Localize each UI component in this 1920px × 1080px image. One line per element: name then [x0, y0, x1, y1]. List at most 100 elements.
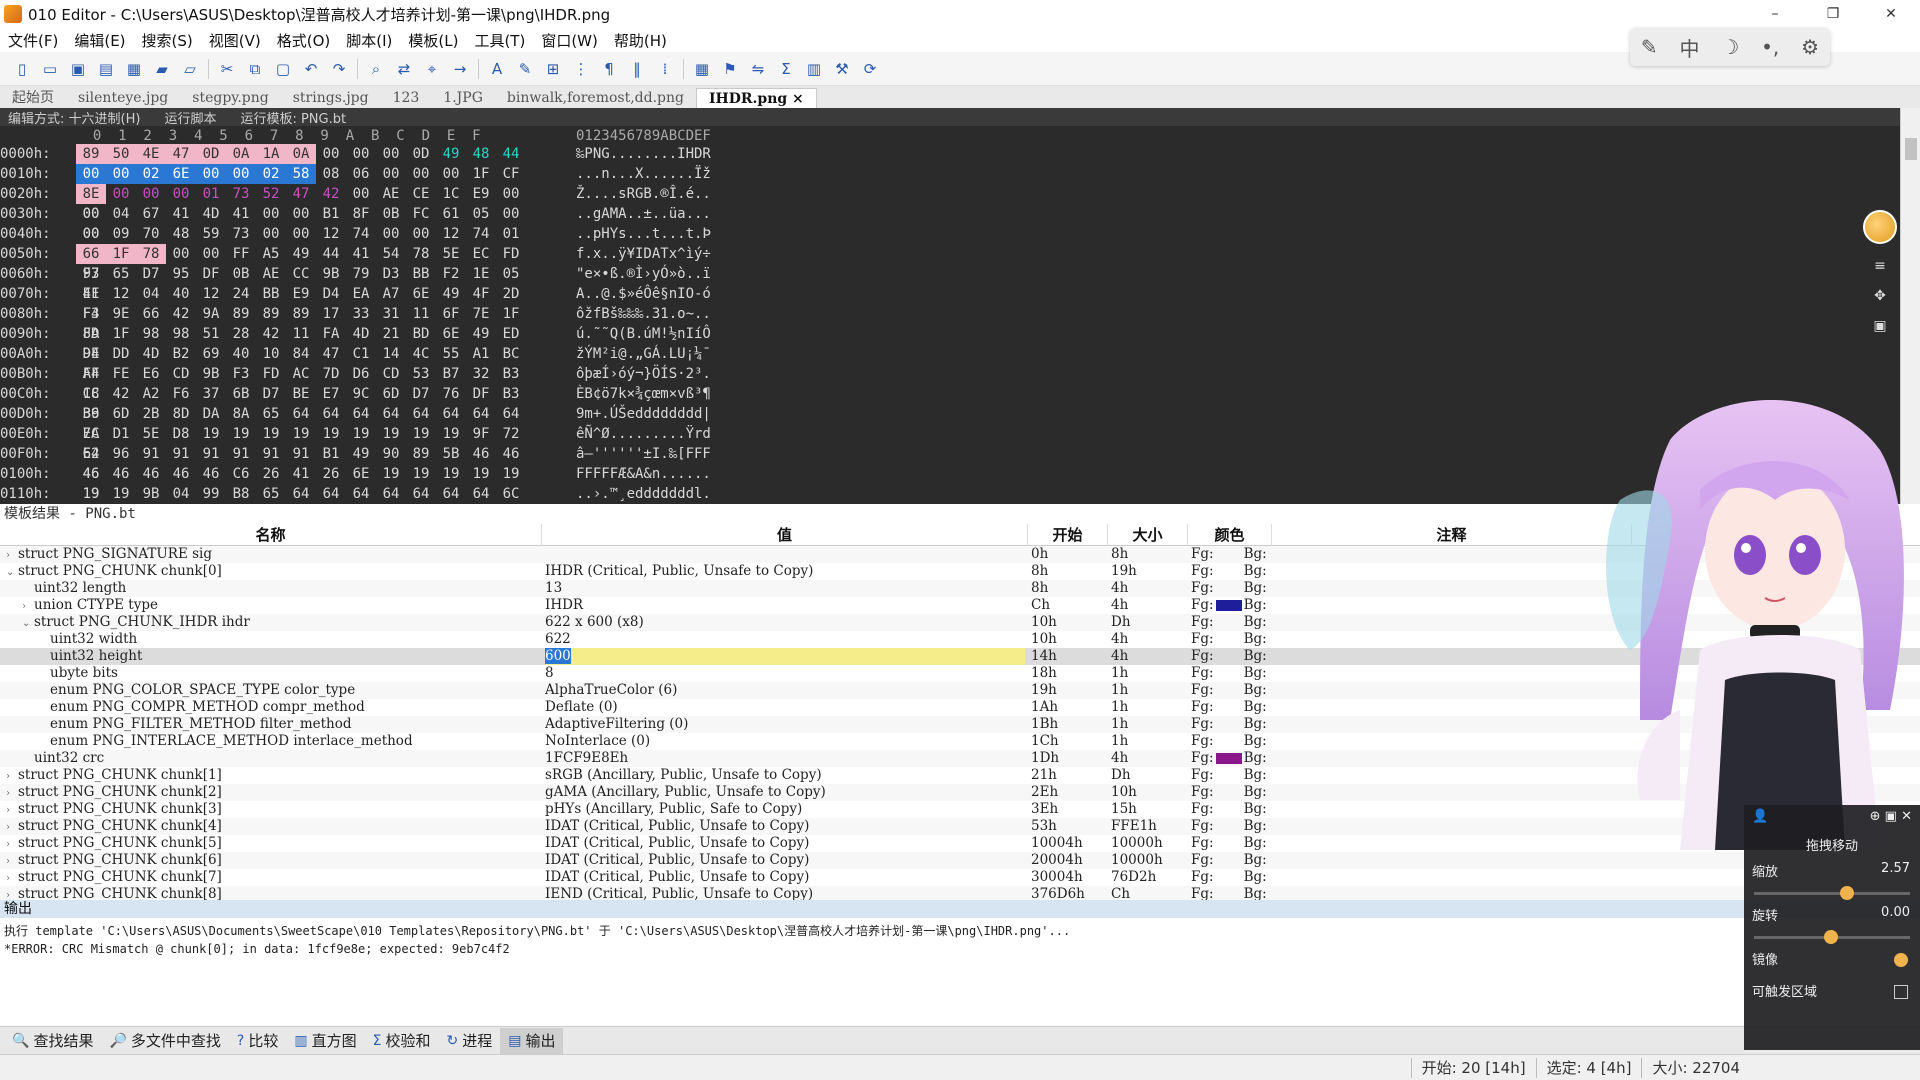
hex-byte[interactable]: B3	[496, 384, 526, 404]
hex-byte[interactable]: FA	[76, 324, 106, 344]
hex-byte[interactable]: 09	[106, 224, 136, 244]
hex-byte[interactable]: 59	[196, 224, 226, 244]
hex-byte[interactable]: A1	[466, 344, 496, 364]
close-button[interactable]: ✕	[1862, 0, 1920, 28]
move-icon[interactable]: ✥	[1874, 288, 1886, 304]
hex-byte[interactable]: 19	[436, 424, 466, 444]
hex-byte[interactable]: 17	[316, 304, 346, 324]
hex-byte[interactable]: 44	[316, 244, 346, 264]
open-file-icon[interactable]: ▭	[39, 58, 61, 80]
hex-byte[interactable]: 74	[466, 224, 496, 244]
rotate-slider[interactable]	[1754, 930, 1910, 944]
hex-byte[interactable]: 26	[316, 464, 346, 484]
rotate-slider-knob[interactable]	[1824, 930, 1839, 944]
hex-byte[interactable]: 0B	[226, 264, 256, 284]
hex-byte[interactable]: 12	[106, 284, 136, 304]
col-color[interactable]: 颜色	[1188, 524, 1272, 546]
hex-byte[interactable]: 91	[196, 444, 226, 464]
hex-byte[interactable]: 5E	[136, 424, 166, 444]
template-row[interactable]: uint32 length 13 8h 4h Fg: Bg:	[0, 580, 1920, 597]
expand-chevron-icon[interactable]: ›	[6, 819, 18, 835]
hex-byte[interactable]: 19	[106, 484, 136, 504]
hex-byte[interactable]: 84	[286, 344, 316, 364]
hex-byte[interactable]: A2	[136, 384, 166, 404]
redo-icon[interactable]: ↷	[328, 58, 350, 80]
hex-byte[interactable]: B2	[166, 344, 196, 364]
hex-byte[interactable]: 06	[346, 164, 376, 184]
hex-byte[interactable]: E9	[466, 184, 496, 204]
template-value-cell[interactable]: Deflate (0)	[545, 699, 1025, 716]
hex-byte[interactable]: 12	[196, 284, 226, 304]
find-icon[interactable]: ⌕	[365, 58, 387, 80]
hex-byte[interactable]: 48	[166, 224, 196, 244]
hex-byte[interactable]: 19	[76, 484, 106, 504]
hex-byte[interactable]: D7	[406, 384, 436, 404]
hex-byte[interactable]: 1F	[106, 244, 136, 264]
template-row[interactable]: › struct PNG_CHUNK chunk[8] IEND (Critical…	[0, 886, 1920, 900]
hex-ascii-row[interactable]: A..@.$»éÔê§nIO-ó	[576, 284, 736, 304]
hex-byte[interactable]: 47	[316, 344, 346, 364]
font-icon[interactable]: A	[486, 58, 508, 80]
goto-icon[interactable]: →	[449, 58, 471, 80]
template-value-cell[interactable]: IHDR (Critical, Public, Unsafe to Copy)	[545, 563, 1025, 580]
template-color-cell[interactable]: Fg: Bg:	[1191, 801, 1273, 818]
hex-byte[interactable]: F6	[166, 384, 196, 404]
hex-ascii-row[interactable]: FFFFFÆ&A&n......	[576, 464, 736, 484]
hex-byte[interactable]: 64	[316, 404, 346, 424]
tab-compare[interactable]: ? 比较	[229, 1028, 286, 1054]
highlight-icon[interactable]: ✎	[514, 58, 536, 80]
hex-byte[interactable]: 9E	[76, 344, 106, 364]
hex-byte[interactable]: 19	[376, 424, 406, 444]
columns-icon[interactable]: ⋮	[570, 58, 592, 80]
hex-byte[interactable]: 05	[466, 204, 496, 224]
hex-byte[interactable]: 98	[136, 324, 166, 344]
hex-byte[interactable]: 01	[196, 184, 226, 204]
template-value-cell[interactable]: AdaptiveFiltering (0)	[545, 716, 1025, 733]
hex-byte[interactable]: 74	[346, 224, 376, 244]
hex-byte[interactable]: ED	[496, 324, 526, 344]
ime-lang-toggle[interactable]: 中	[1680, 33, 1700, 62]
hex-byte[interactable]: 00	[76, 204, 106, 224]
hex-ascii-row[interactable]: "e×•ß.®Ì›yÓ»ò..ï	[576, 264, 736, 284]
hex-byte[interactable]: EC	[466, 244, 496, 264]
template-value-cell[interactable]: IDAT (Critical, Public, Unsafe to Copy)	[545, 835, 1025, 852]
hex-byte[interactable]: 00	[376, 164, 406, 184]
hex-byte[interactable]: AE	[376, 184, 406, 204]
template-row[interactable]: › struct PNG_CHUNK chunk[7] IDAT (Critical…	[0, 869, 1920, 886]
tab-silenteye[interactable]: silenteye.jpg	[66, 88, 180, 108]
template-row[interactable]: › struct PNG_CHUNK chunk[5] IDAT (Critical…	[0, 835, 1920, 852]
template-value-cell[interactable]: 622 x 600 (x8)	[545, 614, 1025, 631]
template-value-cell[interactable]: IHDR	[545, 597, 1025, 614]
tab-stegpy[interactable]: stegpy.png	[180, 88, 280, 108]
template-color-cell[interactable]: Fg: Bg:	[1191, 750, 1273, 767]
hex-ascii-row[interactable]: ..pHYs...t...t.Þ	[576, 224, 736, 244]
menu-format[interactable]: 格式(O)	[269, 30, 339, 51]
hex-byte[interactable]: EA	[346, 284, 376, 304]
tab-strings[interactable]: strings.jpg	[281, 88, 381, 108]
hex-byte[interactable]: CD	[376, 364, 406, 384]
template-value-cell[interactable]: pHYs (Ancillary, Public, Safe to Copy)	[545, 801, 1025, 818]
hex-byte[interactable]: 64	[436, 484, 466, 504]
hex-byte[interactable]: 1A	[256, 144, 286, 164]
template-row[interactable]: ubyte bits 8 18h 1h Fg: Bg:	[0, 665, 1920, 682]
window-icon[interactable]: ▣	[1873, 318, 1886, 334]
hex-byte[interactable]: 9C	[346, 384, 376, 404]
template-color-cell[interactable]: Fg: Bg:	[1191, 716, 1273, 733]
hex-byte[interactable]: 00	[346, 184, 376, 204]
template-color-cell[interactable]: Fg: Bg:	[1191, 835, 1273, 852]
new-file-icon[interactable]: ▯	[11, 58, 33, 80]
hex-byte[interactable]: 19	[256, 424, 286, 444]
hex-ascii-row[interactable]: ÈB¢ö7k×¾çœm×vß³¶	[576, 384, 736, 404]
hex-byte[interactable]: 9B	[316, 264, 346, 284]
hex-byte[interactable]: 8E	[76, 184, 106, 204]
hex-byte[interactable]: 58	[286, 164, 316, 184]
hex-byte[interactable]: 26	[256, 464, 286, 484]
maximize-button[interactable]: ❐	[1804, 0, 1862, 28]
hex-byte[interactable]: 8F	[346, 204, 376, 224]
hex-byte[interactable]: 64	[376, 484, 406, 504]
hex-byte[interactable]: 02	[136, 164, 166, 184]
checksum-icon[interactable]: Σ	[775, 58, 797, 80]
template-value-cell[interactable]: AlphaTrueColor (6)	[545, 682, 1025, 699]
hex-byte[interactable]: 00	[76, 164, 106, 184]
split-icon[interactable]: ‖	[626, 58, 648, 80]
